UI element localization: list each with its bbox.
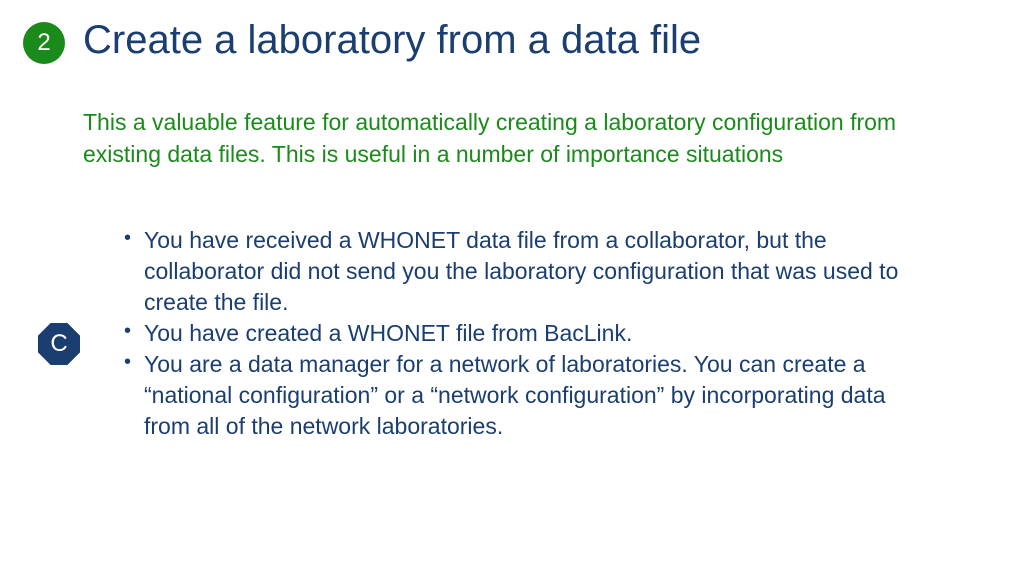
bullet-list: You have received a WHONET data file fro…: [120, 225, 910, 442]
list-item: You are a data manager for a network of …: [120, 349, 910, 442]
list-item: You have received a WHONET data file fro…: [120, 225, 910, 318]
step-number-badge: 2: [23, 22, 65, 64]
section-letter-badge: C: [38, 323, 80, 365]
list-item: You have created a WHONET file from BacL…: [120, 318, 910, 349]
section-letter: C: [50, 330, 67, 358]
intro-text: This a valuable feature for automaticall…: [83, 106, 903, 170]
page-title: Create a laboratory from a data file: [83, 18, 701, 63]
step-number: 2: [37, 29, 50, 57]
